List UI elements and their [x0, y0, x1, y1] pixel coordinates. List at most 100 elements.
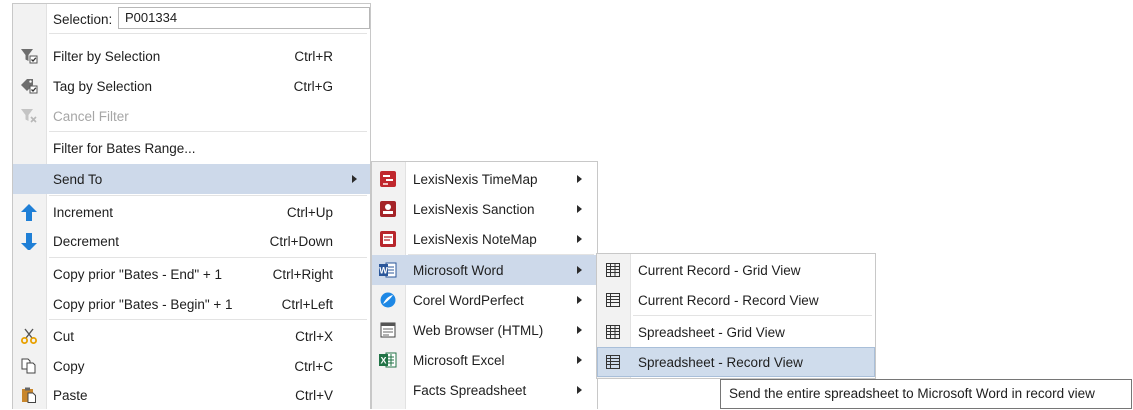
send-notemap-item[interactable]: LexisNexis NoteMap	[372, 224, 597, 254]
word-icon: W	[379, 262, 397, 278]
submenu-arrow-icon	[577, 386, 582, 394]
filter-bates-range-label: Filter for Bates Range...	[53, 140, 196, 156]
grid-view-icon	[606, 325, 620, 339]
record-view-icon	[606, 355, 620, 369]
submenu-arrow-icon	[577, 175, 582, 183]
copy-prior-begin-shortcut: Ctrl+Left	[281, 296, 333, 312]
send-to-item[interactable]: Send To	[13, 164, 370, 194]
grid-view-icon	[606, 263, 620, 277]
selection-row: Selection: P001334	[13, 4, 370, 34]
copy-item[interactable]: Copy Ctrl+C	[13, 351, 370, 381]
tooltip: Send the entire spreadsheet to Microsoft…	[720, 379, 1132, 409]
paste-label: Paste	[53, 387, 88, 403]
send-word-label: Microsoft Word	[413, 262, 504, 278]
submenu-arrow-icon	[577, 266, 582, 274]
filter-selection-icon	[21, 49, 38, 64]
web-page-icon	[380, 322, 396, 338]
arrow-up-icon	[21, 204, 37, 221]
wordperfect-icon	[380, 292, 396, 308]
paste-shortcut: Ctrl+V	[295, 387, 333, 403]
increment-label: Increment	[53, 204, 114, 220]
cut-shortcut: Ctrl+X	[295, 328, 333, 344]
submenu-arrow-icon	[577, 235, 582, 243]
record-view-icon	[606, 293, 620, 307]
submenu-arrow-icon	[577, 296, 582, 304]
context-menu: Selection: P001334 Filter by Selection C…	[12, 3, 371, 409]
cut-item[interactable]: Cut Ctrl+X	[13, 321, 370, 351]
send-wordperfect-item[interactable]: Corel WordPerfect	[372, 285, 597, 315]
cancel-filter-icon	[21, 109, 37, 123]
send-sanction-item[interactable]: LexisNexis Sanction	[372, 194, 597, 224]
send-notemap-label: LexisNexis NoteMap	[413, 231, 537, 247]
submenu-arrow-icon	[577, 356, 582, 364]
send-to-submenu: LexisNexis TimeMap LexisNexis Sanction L…	[371, 161, 598, 409]
decrement-shortcut: Ctrl+Down	[269, 233, 333, 249]
send-wordperfect-label: Corel WordPerfect	[413, 292, 524, 308]
copy-prior-end-shortcut: Ctrl+Right	[272, 266, 333, 282]
increment-item[interactable]: Increment Ctrl+Up	[13, 197, 370, 227]
submenu-arrow-icon	[577, 205, 582, 213]
send-web-browser-item[interactable]: Web Browser (HTML)	[372, 315, 597, 345]
cancel-filter-label: Cancel Filter	[53, 108, 129, 124]
separator	[49, 195, 367, 196]
copy-prior-begin-item[interactable]: Copy prior "Bates - Begin" + 1 Ctrl+Left	[13, 289, 370, 319]
tag-by-selection-item[interactable]: Tag by Selection Ctrl+G	[13, 71, 370, 101]
spreadsheet-grid-item[interactable]: Spreadsheet - Grid View	[597, 317, 875, 347]
timemap-icon	[380, 171, 396, 187]
send-facts-spreadsheet-label: Facts Spreadsheet	[413, 382, 527, 398]
separator	[49, 319, 367, 320]
spreadsheet-grid-label: Spreadsheet - Grid View	[638, 324, 785, 340]
filter-bates-range-item[interactable]: Filter for Bates Range...	[13, 133, 370, 163]
tag-by-selection-label: Tag by Selection	[53, 78, 153, 94]
decrement-item[interactable]: Decrement Ctrl+Down	[13, 226, 370, 256]
separator	[49, 33, 367, 34]
separator	[49, 131, 367, 132]
current-record-record-item[interactable]: Current Record - Record View	[597, 285, 875, 315]
spreadsheet-record-item[interactable]: Spreadsheet - Record View	[597, 347, 875, 377]
selection-label: Selection:	[53, 11, 113, 27]
copy-shortcut: Ctrl+C	[294, 358, 333, 374]
cut-label: Cut	[53, 328, 75, 344]
send-web-browser-label: Web Browser (HTML)	[413, 322, 544, 338]
copy-label: Copy	[53, 358, 85, 374]
current-record-record-label: Current Record - Record View	[638, 292, 819, 308]
scissors-icon	[21, 328, 37, 344]
svg-text:X: X	[380, 356, 386, 366]
copy-prior-begin-label: Copy prior "Bates - Begin" + 1	[53, 296, 233, 312]
separator	[633, 315, 872, 316]
selection-field[interactable]: P001334	[118, 7, 370, 29]
filter-by-selection-item[interactable]: Filter by Selection Ctrl+R	[13, 41, 370, 71]
submenu-arrow-icon	[352, 175, 357, 183]
paste-item[interactable]: Paste Ctrl+V	[13, 380, 370, 410]
send-facts-spreadsheet-item[interactable]: Facts Spreadsheet	[372, 375, 597, 405]
notemap-icon	[380, 231, 396, 247]
increment-shortcut: Ctrl+Up	[286, 204, 333, 220]
copy-icon	[21, 358, 36, 374]
send-timemap-item[interactable]: LexisNexis TimeMap	[372, 164, 597, 194]
send-excel-label: Microsoft Excel	[413, 352, 505, 368]
submenu-arrow-icon	[577, 326, 582, 334]
clipboard-icon	[22, 387, 36, 403]
cancel-filter-item[interactable]: Cancel Filter	[13, 101, 370, 131]
send-timemap-label: LexisNexis TimeMap	[413, 171, 538, 187]
current-record-grid-item[interactable]: Current Record - Grid View	[597, 255, 875, 285]
spreadsheet-record-label: Spreadsheet - Record View	[638, 354, 803, 370]
separator	[49, 257, 367, 258]
excel-icon: X	[379, 352, 397, 368]
send-excel-item[interactable]: X Microsoft Excel	[372, 345, 597, 375]
sanction-icon	[380, 201, 396, 217]
copy-prior-end-item[interactable]: Copy prior "Bates - End" + 1 Ctrl+Right	[13, 259, 370, 289]
current-record-grid-label: Current Record - Grid View	[638, 262, 801, 278]
send-to-label: Send To	[53, 171, 103, 187]
send-sanction-label: LexisNexis Sanction	[413, 201, 535, 217]
tag-selection-icon	[21, 79, 38, 94]
tag-by-selection-shortcut: Ctrl+G	[293, 78, 333, 94]
send-word-item[interactable]: W Microsoft Word	[372, 255, 597, 285]
svg-text:W: W	[379, 266, 388, 276]
decrement-label: Decrement	[53, 233, 120, 249]
copy-prior-end-label: Copy prior "Bates - End" + 1	[53, 266, 223, 282]
arrow-down-icon	[21, 233, 37, 250]
filter-by-selection-label: Filter by Selection	[53, 48, 161, 64]
word-submenu: Current Record - Grid View Current Recor…	[596, 253, 876, 379]
filter-by-selection-shortcut: Ctrl+R	[294, 48, 333, 64]
